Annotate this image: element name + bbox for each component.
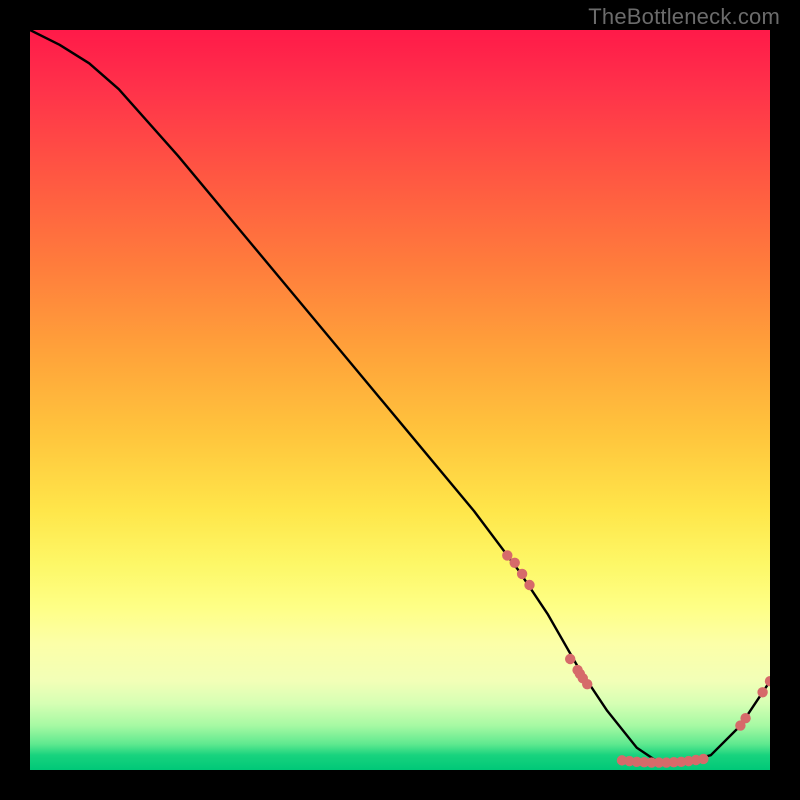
marker-point (582, 679, 592, 689)
bottleneck-curve (30, 30, 770, 763)
marker-point (757, 687, 767, 697)
marker-point (510, 558, 520, 568)
marker-point (740, 713, 750, 723)
marker-point (698, 754, 708, 764)
watermark-text: TheBottleneck.com (588, 4, 780, 30)
marker-point (524, 580, 534, 590)
marker-point (565, 654, 575, 664)
marker-point (765, 676, 770, 686)
marker-point (502, 550, 512, 560)
plot-area (30, 30, 770, 770)
chart-overlay (30, 30, 770, 770)
marker-point (517, 569, 527, 579)
chart-frame: TheBottleneck.com (0, 0, 800, 800)
